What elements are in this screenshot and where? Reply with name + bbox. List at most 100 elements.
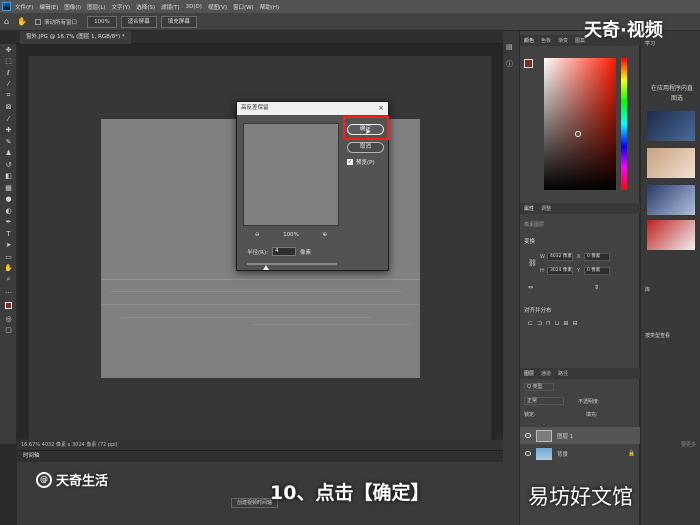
fit-screen-button[interactable]: 适合屏幕	[120, 15, 157, 28]
layer-name: 背景	[557, 451, 569, 458]
history-panel-icon[interactable]: ▤	[506, 43, 513, 51]
path-select-icon[interactable]: ➤	[0, 240, 17, 252]
menu-select[interactable]: 选择(S)	[136, 3, 155, 11]
radius-slider[interactable]	[247, 263, 337, 270]
blur-icon[interactable]: ●	[0, 194, 17, 206]
hand-icon[interactable]: ✋	[0, 263, 17, 275]
slider-thumb[interactable]	[263, 265, 269, 270]
tab-color[interactable]: 颜色	[524, 37, 534, 44]
document-tab[interactable]: 窗外.JPG @ 16.7% (图层 1, RGB/8*) *	[20, 31, 131, 44]
home-icon[interactable]: ⌂	[4, 17, 9, 26]
fill-label: 填充:	[586, 412, 598, 418]
cursor-icon: ➤	[365, 128, 371, 136]
menu-image[interactable]: 图像(I)	[64, 3, 81, 11]
menu-help[interactable]: 帮助(H)	[260, 3, 279, 11]
preview-checkbox[interactable]: ✓	[347, 159, 353, 165]
info-panel-icon[interactable]: ⓘ	[506, 59, 513, 69]
menu-view[interactable]: 视图(V)	[208, 3, 227, 11]
pen-icon[interactable]: ✒	[0, 217, 17, 229]
zoom-100-button[interactable]: 100%	[87, 15, 117, 28]
blend-mode-select[interactable]: 正常	[524, 397, 564, 405]
tab-libraries[interactable]: 库	[645, 286, 650, 293]
menu-filter[interactable]: 滤镜(T)	[161, 3, 180, 11]
tab-swatches[interactable]: 色板	[541, 37, 551, 44]
tutorial-thumbnail[interactable]	[647, 220, 695, 250]
frame-icon[interactable]: ⊠	[0, 102, 17, 114]
flip-horizontal-icon[interactable]: ⇔	[528, 284, 533, 291]
radius-unit: 像素	[299, 249, 311, 256]
move-icon[interactable]: ✥	[0, 44, 17, 56]
libraries-filter[interactable]: 按类型查看	[645, 332, 670, 339]
visibility-eye-icon[interactable]	[525, 433, 531, 438]
scroll-all-checkbox[interactable]	[35, 18, 42, 25]
y-label: Y	[577, 268, 581, 274]
foreground-color-swatch[interactable]	[524, 59, 533, 68]
layer-row-1[interactable]: 图层 1	[520, 427, 640, 444]
magic-wand-icon[interactable]: ⁄	[0, 79, 17, 91]
flip-vertical-icon[interactable]: ⇕	[594, 284, 599, 291]
x-field[interactable]: 0 像素	[584, 253, 610, 261]
zoom-out-icon[interactable]: ⊖	[255, 232, 260, 238]
menu-edit[interactable]: 编辑(E)	[39, 3, 58, 11]
tab-channels[interactable]: 通道	[541, 370, 551, 377]
learn-text: 在应用程序内直	[651, 85, 694, 92]
tab-properties[interactable]: 属性	[524, 205, 534, 212]
more-tools-icon[interactable]: …	[0, 286, 17, 298]
radius-input[interactable]: 4	[271, 247, 296, 256]
menu-bar: Ps 文件(F) 编辑(E) 图像(I) 图层(L) 文字(Y) 选择(S) 滤…	[0, 0, 700, 13]
menu-layer[interactable]: 图层(L)	[87, 3, 105, 11]
hue-slider[interactable]	[621, 58, 627, 190]
height-field[interactable]: 3024 像素	[547, 267, 573, 275]
y-field[interactable]: 0 像素	[584, 267, 610, 275]
history-brush-icon[interactable]: ↺	[0, 159, 17, 171]
menu-file[interactable]: 文件(F)	[15, 3, 33, 11]
tutorial-thumbnail[interactable]	[647, 111, 695, 141]
brush-icon[interactable]: ✎	[0, 136, 17, 148]
lasso-icon[interactable]: ℓ	[0, 67, 17, 79]
color-swatches-icon[interactable]	[0, 297, 17, 313]
close-icon[interactable]: ×	[378, 102, 384, 115]
layer-thumbnail	[536, 429, 552, 442]
zoom-in-icon[interactable]: ⊕	[323, 232, 328, 238]
tutorial-thumbnail[interactable]	[647, 148, 695, 178]
tab-paths[interactable]: 路径	[558, 370, 568, 377]
menu-3d[interactable]: 3D(D)	[186, 4, 202, 10]
marquee-icon[interactable]: ⬚	[0, 56, 17, 68]
preview-zoom-level: 100%	[283, 232, 299, 238]
document-tab-bar: 窗外.JPG @ 16.7% (图层 1, RGB/8*) *	[17, 31, 503, 44]
menu-window[interactable]: 窗口(W)	[233, 3, 254, 11]
stamp-icon[interactable]: ♟	[0, 148, 17, 160]
brand-watermark-top: 天奇·视频	[584, 20, 663, 41]
cancel-button[interactable]: 取消	[347, 142, 384, 153]
crop-icon[interactable]: ⌗	[0, 90, 17, 102]
dodge-icon[interactable]: ◐	[0, 205, 17, 217]
tab-layers[interactable]: 图层	[524, 370, 534, 377]
tab-gradients[interactable]: 渐变	[558, 37, 568, 44]
color-picker-field[interactable]	[544, 58, 616, 190]
zoom-icon[interactable]: ⌕	[0, 274, 17, 286]
rectangle-icon[interactable]: ▭	[0, 251, 17, 263]
menu-type[interactable]: 文字(Y)	[112, 3, 131, 11]
align-distribute-title: 对齐并分布	[524, 308, 552, 314]
screen-mode-icon[interactable]: ▢	[0, 325, 17, 337]
hand-tool-icon[interactable]: ✋	[17, 17, 27, 26]
width-field[interactable]: 4032 像素	[547, 253, 573, 261]
eyedropper-icon[interactable]: ⁄	[0, 113, 17, 125]
align-icons[interactable]: ⊏⊐⊓⊔⊞⊟	[528, 320, 581, 327]
tab-adjustments[interactable]: 调整	[541, 205, 551, 212]
dialog-titlebar: 高反差保留 ×	[237, 102, 388, 115]
visibility-eye-icon[interactable]	[525, 451, 531, 456]
fill-screen-button[interactable]: 填充屏幕	[160, 15, 197, 28]
quick-mask-icon[interactable]: ◎	[0, 313, 17, 325]
tools-panel: ✥ ⬚ ℓ ⁄ ⌗ ⊠ ⁄ ✚ ✎ ♟ ↺ ◧ ▦ ● ◐ ✒ T ➤ ▭ ✋ …	[0, 44, 17, 444]
layer-row-background[interactable]: 背景 🔒	[520, 445, 640, 462]
tutorial-thumbnail[interactable]	[647, 185, 695, 215]
filter-preview[interactable]	[243, 123, 339, 226]
eraser-icon[interactable]: ◧	[0, 171, 17, 183]
link-icon[interactable]: ⛓	[528, 259, 537, 267]
gradient-icon[interactable]: ▦	[0, 182, 17, 194]
color-picker-cursor[interactable]	[575, 131, 581, 137]
healing-icon[interactable]: ✚	[0, 125, 17, 137]
layer-kind-filter[interactable]: Q 类型	[524, 383, 554, 391]
text-icon[interactable]: T	[0, 228, 17, 240]
